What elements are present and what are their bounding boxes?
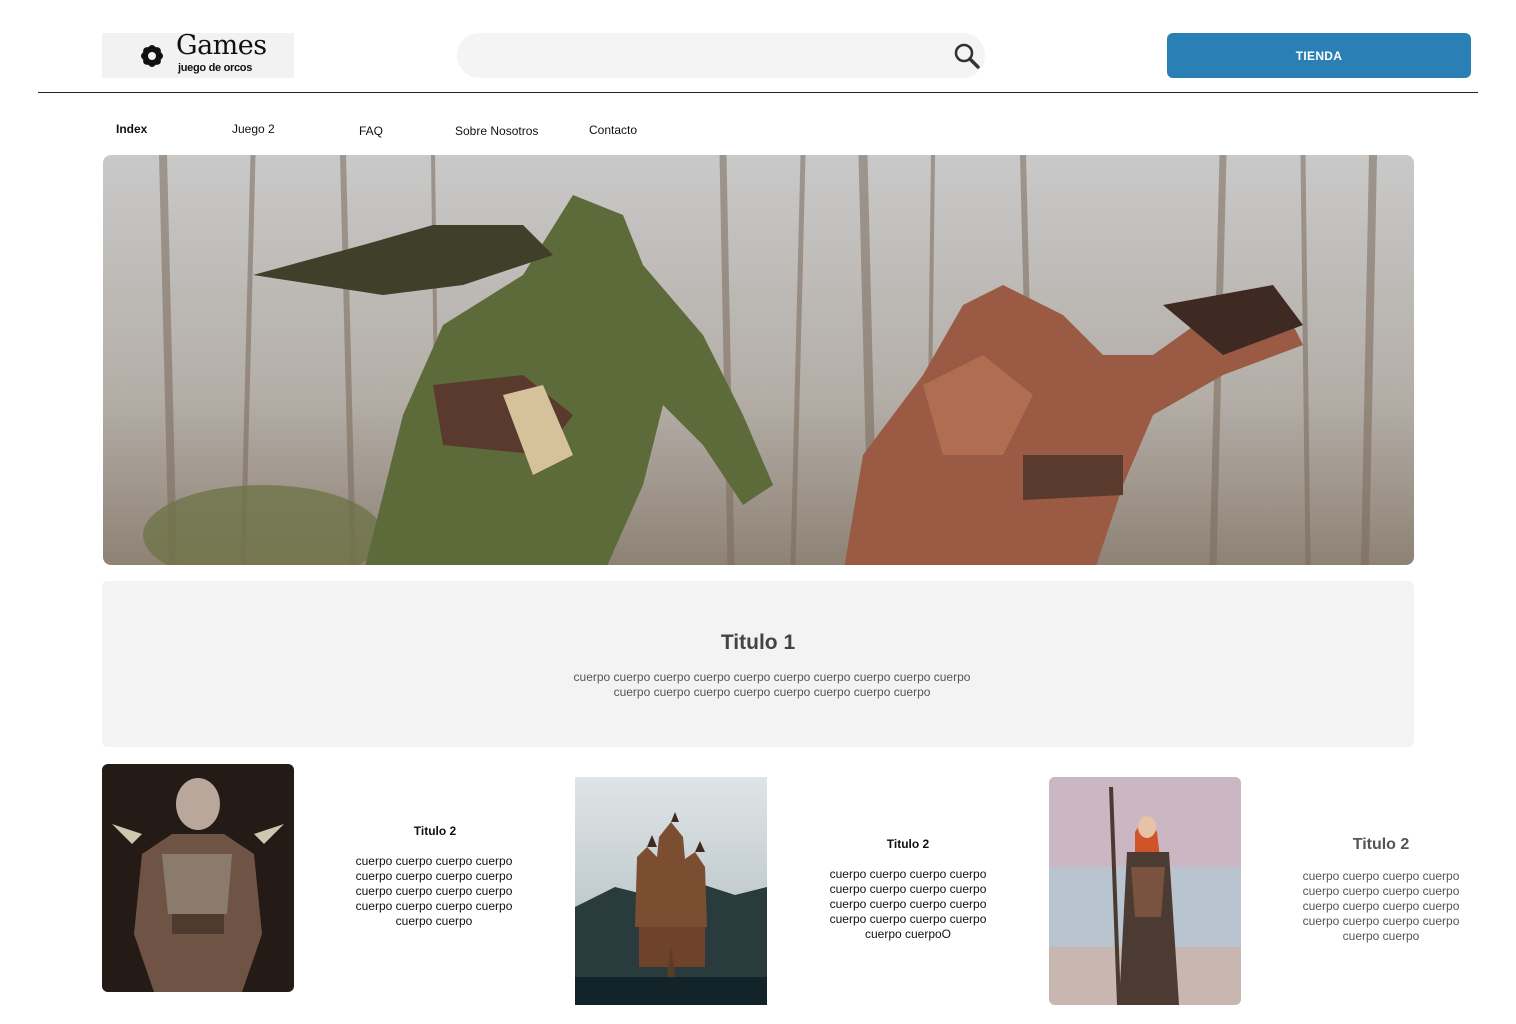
card-image-warrior	[1049, 777, 1241, 1005]
hero-image	[103, 155, 1414, 565]
intro-title: Titulo 1	[720, 631, 796, 654]
nav-item-faq[interactable]: FAQ	[359, 124, 383, 138]
nav-item-contacto[interactable]: Contacto	[589, 123, 637, 137]
search-bar	[457, 33, 985, 78]
store-button[interactable]: TIENDA	[1167, 33, 1471, 78]
flower-logo-icon	[141, 45, 163, 67]
intro-panel: Titulo 1 cuerpo cuerpo cuerpo cuerpo cue…	[102, 581, 1414, 747]
card-title-3: Titulo 2	[1352, 836, 1410, 853]
header-divider	[38, 92, 1478, 93]
intro-body: cuerpo cuerpo cuerpo cuerpo cuerpo cuerp…	[573, 670, 971, 699]
card-title-2: Titulo 2	[886, 837, 930, 851]
logo-title: Games	[176, 30, 267, 61]
nav-item-index[interactable]: Index	[116, 122, 147, 136]
card-image-orc	[102, 764, 294, 992]
nav-item-sobre-nosotros[interactable]: Sobre Nosotros	[455, 124, 538, 138]
card-title-1: Titulo 2	[413, 824, 457, 838]
search-icon[interactable]	[952, 41, 982, 71]
search-input[interactable]	[475, 43, 939, 70]
card-body-2: cuerpo cuerpo cuerpo cuerpo cuerpo cuerp…	[829, 867, 987, 941]
logo-subtitle: juego de orcos	[178, 62, 253, 74]
logo[interactable]: Games juego de orcos	[102, 30, 294, 78]
nav-item-juego-2[interactable]: Juego 2	[232, 122, 275, 136]
card-body-1: cuerpo cuerpo cuerpo cuerpo cuerpo cuerp…	[355, 854, 513, 928]
card-body-3: cuerpo cuerpo cuerpo cuerpo cuerpo cuerp…	[1302, 869, 1460, 943]
card-image-castle	[575, 777, 767, 1005]
